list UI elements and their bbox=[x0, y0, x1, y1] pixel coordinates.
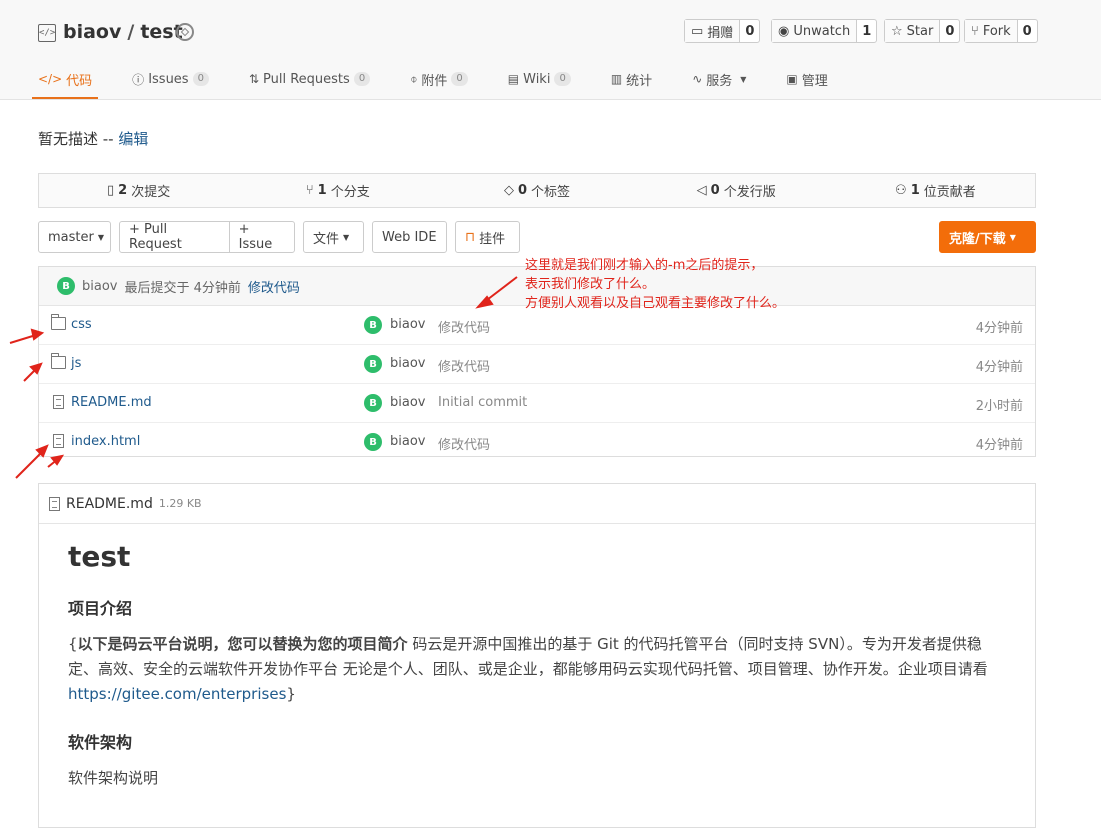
intro-brace-close: } bbox=[286, 685, 296, 703]
readme-header: README.md 1.29 KB bbox=[39, 484, 1035, 524]
readme-heading-arch: 软件架构 bbox=[68, 733, 133, 752]
annotation-arrow-head bbox=[30, 328, 45, 341]
annotation-arrow bbox=[15, 450, 44, 479]
file-icon bbox=[49, 496, 60, 511]
annotation-arrow bbox=[9, 334, 37, 344]
intro-brace-open: { bbox=[68, 635, 78, 653]
readme-arch-text: 软件架构说明 bbox=[68, 769, 159, 787]
readme-heading-intro: 项目介绍 bbox=[68, 599, 133, 618]
readme-intro-paragraph: {以下是码云平台说明，您可以替换为您的项目简介 码云是开源中国推出的基于 Git… bbox=[68, 632, 1006, 707]
readme-content: test 项目介绍 {以下是码云平台说明，您可以替换为您的项目简介 码云是开源中… bbox=[39, 540, 1035, 791]
enterprises-link[interactable]: https://gitee.com/enterprises bbox=[68, 685, 286, 703]
readme-title: test bbox=[68, 540, 131, 573]
readme-panel: README.md 1.29 KB test 项目介绍 {以下是码云平台说明，您… bbox=[38, 483, 1036, 828]
readme-filename[interactable]: README.md bbox=[66, 496, 153, 512]
readme-size: 1.29 KB bbox=[158, 497, 202, 510]
intro-bold-text: 以下是码云平台说明，您可以替换为您的项目简介 bbox=[77, 635, 408, 653]
